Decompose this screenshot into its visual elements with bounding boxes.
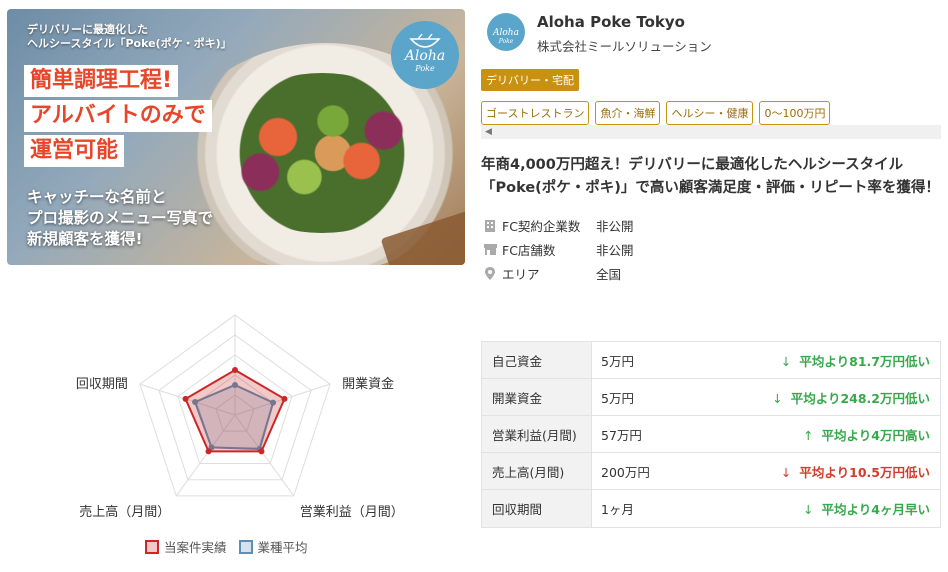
- axis-label: 回収期間: [76, 376, 128, 391]
- metrics-table: 自己資金 5万円 ↓ 平均より81.7万円低い 開業資金 5万円 ↓ 平均より248…: [481, 341, 941, 528]
- series-point[interactable]: [232, 367, 238, 373]
- metric-label: 営業利益(月間): [482, 416, 592, 452]
- axis-label: 売上高（月間）: [79, 504, 170, 519]
- map-pin-icon: [483, 266, 497, 280]
- metric-value: 1ヶ月: [601, 502, 634, 517]
- hero-subtext: キャッチーな名前と プロ撮影のメニュー写真で 新規顧客を獲得!: [27, 187, 213, 250]
- brand-logo-sub: Poke: [498, 37, 514, 45]
- tag-item[interactable]: 0〜100万円: [759, 101, 831, 125]
- store-icon: [483, 242, 497, 256]
- tag-item[interactable]: ヘルシー・健康: [666, 101, 754, 125]
- metric-value: 5万円: [601, 390, 634, 406]
- arrow-down-icon: ↓: [780, 353, 792, 369]
- chart-legend: 当案件実績 業種平均: [145, 537, 308, 556]
- series-area: [184, 368, 286, 453]
- metric-compare: ↓ 平均より248.2万円低い: [712, 388, 940, 407]
- metric-compare: ↓ 平均より81.7万円低い: [712, 351, 940, 370]
- hero-banner-image: デリバリーに最適化した ヘルシースタイル「Poke(ポケ・ポキ)」 簡単調理工程…: [7, 9, 465, 265]
- fact-row: FC店舗数 非公開: [483, 237, 634, 261]
- arrow-up-icon: ↑: [803, 427, 814, 443]
- axis-label: 営業利益（月間）: [300, 504, 404, 519]
- fact-row: FC契約企業数 非公開: [483, 213, 634, 237]
- fact-value: 非公開: [596, 242, 634, 258]
- arrow-down-icon: ↓: [803, 502, 814, 517]
- hero-subtext-line: キャッチーな名前と: [27, 188, 167, 206]
- brand-logo: Aloha Poke: [487, 13, 525, 51]
- hero-brand-logo: Aloha Poke: [391, 21, 459, 89]
- table-row: 売上高(月間) 200万円 ↓ 平均より10.5万円低い: [482, 453, 940, 490]
- franchise-headline: 年商4,000万円超え！デリバリーに最適化したヘルシースタイル「Poke(ポケ・…: [481, 157, 940, 196]
- legend-swatch-red: [145, 540, 159, 554]
- bowl-icon: [409, 33, 441, 48]
- hero-logo-sub: Poke: [415, 63, 435, 73]
- radar-chart: 自己資金開業資金営業利益（月間）売上高（月間）回収期間: [76, 314, 404, 519]
- fact-label: エリア: [502, 266, 540, 282]
- fact-label: FC契約企業数: [502, 218, 581, 234]
- poke-salad-image: [212, 73, 432, 233]
- table-row: 営業利益(月間) 57万円 ↑ 平均より4万円高い: [482, 416, 940, 453]
- fact-row: エリア 全国: [483, 261, 634, 285]
- metric-label: 自己資金: [482, 342, 592, 378]
- hero-subtext-line: プロ撮影のメニュー写真で: [27, 209, 214, 227]
- series-point[interactable]: [281, 395, 288, 402]
- series-point[interactable]: [258, 448, 265, 455]
- hero-headline-line: 簡単調理工程!: [24, 65, 179, 97]
- category-tag-main[interactable]: デリバリー・宅配: [481, 69, 579, 91]
- metric-label: 売上高(月間): [482, 453, 592, 489]
- metric-compare: ↓ 平均より10.5万円低い: [712, 462, 940, 481]
- metric-value: 5万円: [601, 353, 634, 369]
- table-row: 自己資金 5万円 ↓ 平均より81.7万円低い: [482, 342, 940, 379]
- series-point[interactable]: [182, 395, 189, 402]
- tag-item[interactable]: ゴーストレストラン: [481, 101, 590, 125]
- metric-label: 回収期間: [482, 490, 592, 527]
- hero-headline-line: 運営可能: [24, 135, 125, 167]
- hero-headline: 簡単調理工程! アルバイトのみで 運営可能: [24, 65, 212, 170]
- table-row: 回収期間 1ヶ月 ↓ 平均より4ヶ月早い: [482, 490, 940, 527]
- fact-value: 非公開: [596, 218, 634, 234]
- metric-compare: ↓ 平均より4ヶ月早い: [712, 499, 940, 518]
- scroll-left-arrow-icon[interactable]: ◀: [485, 125, 492, 139]
- hero-subtext-line: 新規顧客を獲得!: [27, 230, 143, 248]
- metric-value: 57万円: [601, 427, 642, 443]
- metric-compare-text: 平均より4万円高い: [821, 427, 930, 443]
- arrow-down-icon: ↓: [772, 390, 783, 406]
- hero-headline-line: アルバイトのみで: [24, 100, 212, 132]
- metric-compare-text: 平均より10.5万円低い: [799, 464, 930, 480]
- facts-list: FC契約企業数 非公開 FC店舗数 非公開 エリア 全国: [483, 213, 634, 285]
- metric-compare: ↑ 平均より4万円高い: [712, 425, 940, 444]
- fact-label: FC店舗数: [502, 242, 556, 258]
- metric-compare-text: 平均より81.7万円低い: [799, 353, 930, 369]
- metric-compare-text: 平均より248.2万円低い: [790, 390, 930, 406]
- metric-label: 開業資金: [482, 379, 592, 415]
- legend-label: 業種平均: [257, 540, 308, 555]
- legend-swatch-blue: [238, 540, 253, 554]
- metric-value: 200万円: [601, 464, 650, 480]
- legend-item-avg[interactable]: 業種平均: [238, 537, 308, 556]
- company-name: 株式会社ミールソリューション: [537, 39, 712, 54]
- arrow-down-icon: ↓: [780, 464, 792, 480]
- tag-list: ゴーストレストラン 魚介・海鮮 ヘルシー・健康 0〜100万円: [481, 101, 831, 125]
- brand-name: Aloha Poke Tokyo: [537, 13, 685, 31]
- legend-label: 当案件実績: [164, 540, 227, 555]
- hero-top-note-line: デリバリーに最適化した: [27, 23, 148, 36]
- hero-top-note-line: ヘルシースタイル「Poke(ポケ・ポキ)」: [27, 37, 232, 50]
- horizontal-scrollbar[interactable]: ◀: [481, 125, 941, 139]
- brand-logo-text: Aloha: [493, 27, 519, 38]
- table-row: 開業資金 5万円 ↓ 平均より248.2万円低い: [482, 379, 940, 416]
- axis-label: 開業資金: [342, 376, 394, 391]
- metric-compare-text: 平均より4ヶ月早い: [821, 502, 930, 517]
- legend-item-this[interactable]: 当案件実績: [145, 537, 227, 556]
- hero-top-note: デリバリーに最適化した ヘルシースタイル「Poke(ポケ・ポキ)」: [27, 23, 232, 51]
- series-point[interactable]: [205, 448, 212, 455]
- tag-item[interactable]: 魚介・海鮮: [595, 101, 661, 125]
- fact-value: 全国: [596, 266, 622, 282]
- building-icon: [483, 218, 497, 232]
